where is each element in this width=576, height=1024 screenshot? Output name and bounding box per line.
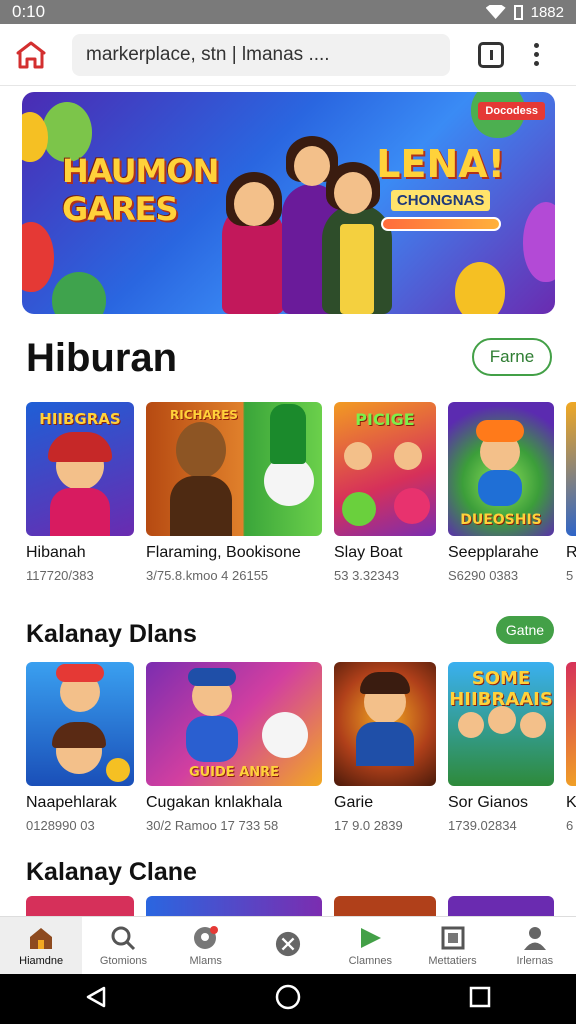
promo-banner[interactable]: Docodess HAUMON GARES LENA! CHONGNAS	[22, 92, 555, 314]
tabs-icon[interactable]	[478, 41, 504, 68]
location-icon	[193, 925, 219, 951]
section1-pill-button[interactable]: Farne	[472, 338, 552, 376]
game-thumbnail[interactable]	[448, 896, 554, 916]
nav-item-games[interactable]: Clamnes	[329, 917, 411, 974]
status-time: 0:10	[12, 2, 46, 21]
balloon-icon	[455, 262, 505, 314]
system-navigation-bar	[0, 974, 576, 1024]
tablet-icon	[440, 925, 466, 951]
balloon-icon	[523, 202, 555, 282]
nav-item-maps[interactable]: Mlams	[165, 917, 247, 974]
recents-icon[interactable]	[468, 985, 492, 1014]
balloon-icon	[52, 272, 106, 314]
address-text: markerplace, stn | lmanas ....	[86, 43, 330, 65]
nav-item-library[interactable]: Mettatiers	[411, 917, 493, 974]
battery-text: 1882	[530, 3, 564, 21]
game-card[interactable]: RICHARES Flaraming, Bookisone 3/75.8.kmo…	[146, 402, 322, 583]
game-card[interactable]: Naapehlarak 0128990 03	[26, 662, 134, 833]
home-castle-icon[interactable]	[14, 38, 48, 72]
game-thumbnail[interactable]	[146, 896, 322, 916]
search-icon	[110, 925, 136, 951]
banner-title-right: LENA! CHONGNAS	[376, 142, 505, 231]
compass-icon	[275, 931, 301, 957]
home-icon	[28, 925, 54, 951]
game-thumbnail: DUEOSHIS	[448, 402, 554, 536]
nav-item-compass[interactable]	[247, 917, 329, 974]
section2-pill-button[interactable]: Gatne	[496, 616, 554, 644]
balloon-icon	[22, 222, 54, 292]
bottom-navigation: Hiamdne Gtomions Mlams Clamnes Mettatier…	[0, 916, 576, 974]
game-card[interactable]: Garie 17 9.0 2839	[334, 662, 436, 833]
game-thumbnail: GUIDE ANRE	[146, 662, 322, 786]
game-card[interactable]: PICIGE Slay Boat 53 3.32343	[334, 402, 436, 583]
section3-row	[26, 896, 554, 916]
browser-toolbar: markerplace, stn | lmanas ....	[0, 24, 576, 86]
game-card[interactable]: HIIBGRAS Hibanah 117720/383	[26, 402, 134, 583]
battery-icon	[513, 4, 523, 20]
home-button-icon[interactable]	[275, 984, 301, 1015]
address-bar[interactable]: markerplace, stn | lmanas ....	[72, 33, 450, 76]
nav-item-search[interactable]: Gtomions	[82, 917, 164, 974]
section-title-kalanay-clane: Kalanay Clane	[26, 858, 197, 886]
profile-icon	[522, 925, 548, 951]
status-bar: 0:10 1882	[0, 0, 576, 24]
game-thumbnail: HIIBGRAS	[26, 402, 134, 536]
play-icon	[357, 925, 383, 951]
main-content: Docodess HAUMON GARES LENA! CHONGNAS Hib…	[0, 86, 576, 916]
more-vert-icon[interactable]	[534, 43, 539, 66]
game-thumbnail	[566, 402, 576, 536]
section2-row: Naapehlarak 0128990 03 GUIDE ANRE Cugaka…	[26, 662, 576, 833]
game-thumbnail: RICHARES	[146, 402, 322, 536]
nav-item-home[interactable]: Hiamdne	[0, 917, 83, 974]
game-thumbnail: SOME HIIBRAAIS	[448, 662, 554, 786]
game-card[interactable]: K 6	[566, 662, 576, 833]
wifi-icon	[485, 5, 506, 19]
game-thumbnail: PICIGE	[334, 402, 436, 536]
game-card[interactable]: GUIDE ANRE Cugakan knlakhala 30/2 Ramoo …	[146, 662, 322, 833]
section-title-hiburan: Hiburan	[26, 336, 178, 380]
game-thumbnail	[334, 662, 436, 786]
game-thumbnail[interactable]	[26, 896, 134, 916]
banner-badge: Docodess	[478, 102, 545, 120]
game-card[interactable]: SOME HIIBRAAIS Sor Gianos 1739.02834	[448, 662, 554, 833]
game-thumbnail	[26, 662, 134, 786]
nav-item-profile[interactable]: Irlernas	[494, 917, 576, 974]
game-card[interactable]: DUEOSHIS Seepplarahe S6290 0383	[448, 402, 554, 583]
back-icon[interactable]	[84, 985, 108, 1014]
banner-title-left: HAUMON GARES	[62, 152, 219, 228]
status-icons: 1882	[485, 3, 564, 21]
game-card[interactable]: R 5	[566, 402, 576, 583]
game-thumbnail[interactable]	[334, 896, 436, 916]
game-thumbnail	[566, 662, 576, 786]
section1-row: HIIBGRAS Hibanah 117720/383 RICHARES Fla…	[26, 402, 576, 583]
section-title-kalanay-dlans: Kalanay Dlans	[26, 620, 197, 648]
